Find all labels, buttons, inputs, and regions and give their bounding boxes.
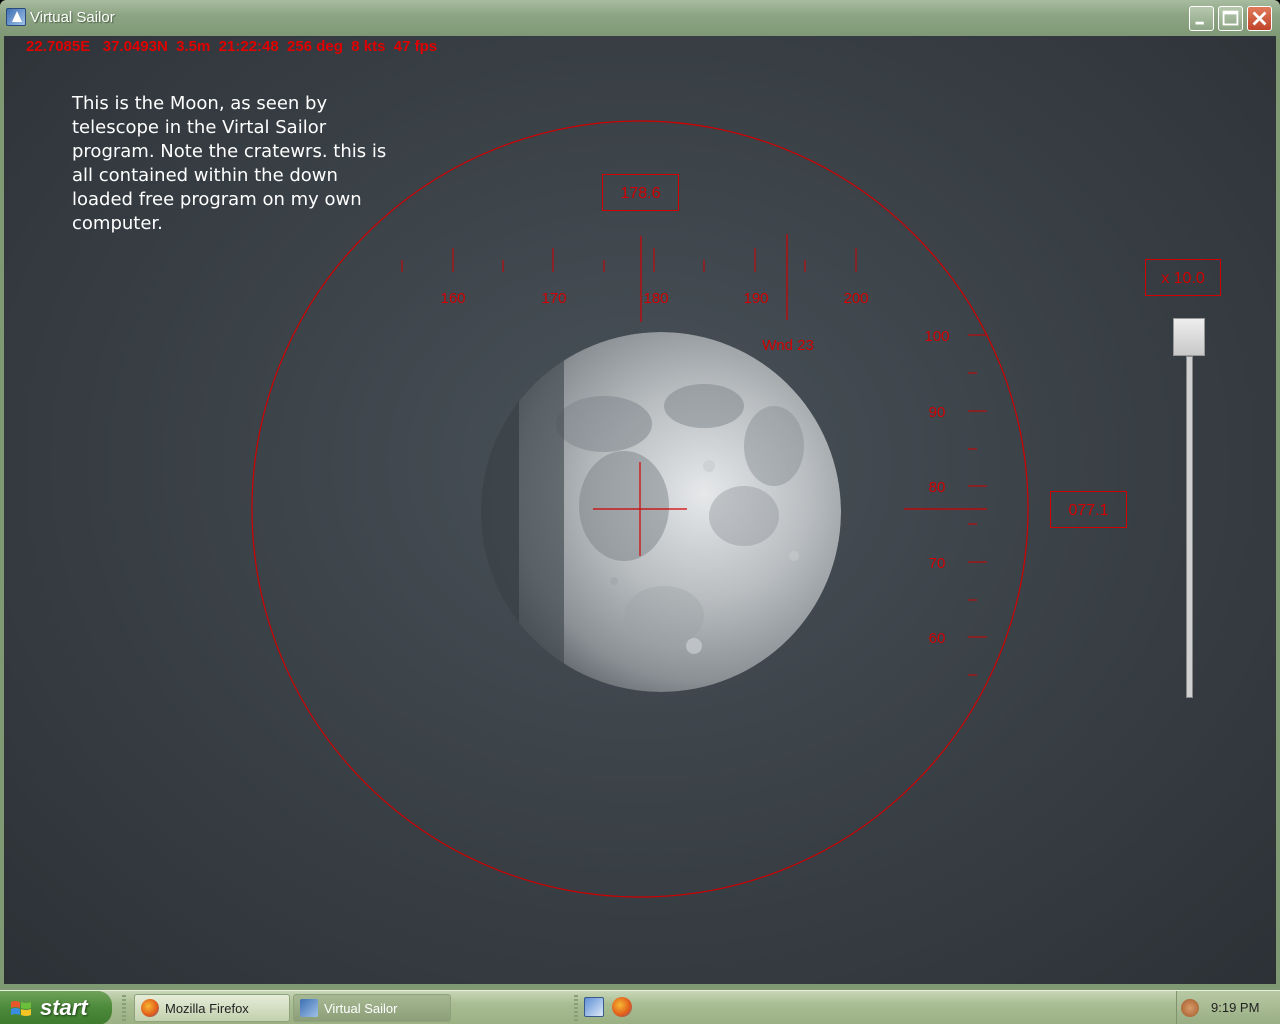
taskbar-item-label: Virtual Sailor xyxy=(324,1001,398,1016)
start-label: start xyxy=(40,995,88,1020)
quicklaunch-grip[interactable] xyxy=(574,995,578,1021)
heading-tick-label: 180 xyxy=(643,290,668,307)
telescope-view[interactable]: 22.7085E 37.0493N 3.5m 21:22:48 256 deg … xyxy=(4,36,1276,984)
system-tray: 9:19 PM xyxy=(1176,991,1280,1024)
taskbar-item-virtual-sailor[interactable]: Virtual Sailor xyxy=(293,994,451,1022)
zoom-readout: x 10.0 xyxy=(1145,259,1221,296)
taskbar-item-label: Mozilla Firefox xyxy=(165,1001,249,1016)
heading-tick-label: 160 xyxy=(440,290,465,307)
taskbar: start Mozilla Firefox Virtual Sailor 9:1… xyxy=(0,990,1280,1024)
close-button[interactable] xyxy=(1247,6,1272,31)
show-desktop-icon[interactable] xyxy=(584,997,604,1017)
elevation-tick-label: 70 xyxy=(929,555,946,572)
heading-tick-label: 190 xyxy=(743,290,768,307)
elevation-readout: 077.1 xyxy=(1050,491,1127,528)
clock: 9:19 PM xyxy=(1211,1000,1260,1015)
heading-readout: 178.6 xyxy=(602,174,679,211)
taskbar-grip[interactable] xyxy=(122,995,126,1021)
zoom-slider-thumb[interactable] xyxy=(1173,318,1205,356)
elevation-tick-label: 80 xyxy=(929,479,946,496)
windows-flag-icon xyxy=(11,1001,31,1016)
chevron-left-icon[interactable] xyxy=(1181,999,1199,1017)
zoom-slider-track[interactable] xyxy=(1186,356,1193,698)
elevation-tick-label: 90 xyxy=(929,404,946,421)
window-title: Virtual Sailor xyxy=(30,9,115,26)
app-window: Virtual Sailor 22.7085E 37.0493N 3.5m 21… xyxy=(0,0,1280,990)
firefox-icon[interactable] xyxy=(612,997,632,1017)
minimize-button[interactable] xyxy=(1189,6,1214,31)
virtual-sailor-icon xyxy=(300,999,318,1017)
start-button[interactable]: start xyxy=(0,991,112,1024)
moon xyxy=(481,332,841,692)
virtual-sailor-icon[interactable] xyxy=(6,8,26,26)
elevation-scale xyxy=(904,334,987,676)
title-bar[interactable]: Virtual Sailor xyxy=(0,0,1280,36)
close-icon xyxy=(1252,11,1267,26)
elevation-tick-label: 60 xyxy=(929,630,946,647)
heading-scale xyxy=(401,234,857,322)
wind-label: Wnd 23 xyxy=(762,337,814,354)
minimize-icon xyxy=(1195,21,1204,25)
elevation-tick-label: 100 xyxy=(924,328,949,345)
taskbar-item-firefox[interactable]: Mozilla Firefox xyxy=(134,994,290,1022)
heading-tick-label: 170 xyxy=(541,290,566,307)
maximize-icon xyxy=(1222,10,1239,26)
heading-tick-label: 200 xyxy=(843,290,868,307)
firefox-icon xyxy=(141,999,159,1017)
maximize-button[interactable] xyxy=(1218,6,1243,31)
